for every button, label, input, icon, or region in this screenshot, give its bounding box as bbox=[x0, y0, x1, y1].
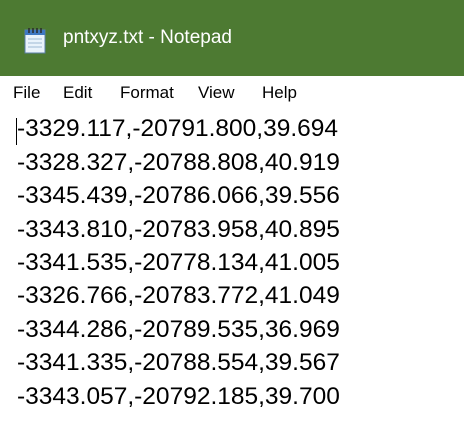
menu-format[interactable]: Format bbox=[120, 82, 174, 104]
text-line: -3345.439,-20786.066,39.556 bbox=[17, 182, 340, 209]
window-title: pntxyz.txt - Notepad bbox=[63, 27, 232, 48]
text-line: -3344.286,-20789.535,36.969 bbox=[17, 316, 340, 343]
text-line: -3341.535,-20778.134,41.005 bbox=[17, 249, 340, 276]
menu-bar: File Edit Format View Help bbox=[0, 76, 464, 109]
text-caret bbox=[16, 118, 17, 145]
text-line: -3326.766,-20783.772,41.049 bbox=[17, 282, 340, 309]
text-line: -3341.335,-20788.554,39.567 bbox=[17, 349, 340, 376]
text-line: -3343.057,-20792.185,39.700 bbox=[17, 383, 340, 410]
menu-help[interactable]: Help bbox=[262, 82, 297, 104]
text-line: -3343.810,-20783.958,40.895 bbox=[17, 216, 340, 243]
menu-edit[interactable]: Edit bbox=[63, 82, 92, 104]
menu-view[interactable]: View bbox=[198, 82, 235, 104]
menu-file[interactable]: File bbox=[13, 82, 40, 104]
text-line: -3329.117,-20791.800,39.694 bbox=[17, 115, 339, 142]
text-line: -3328.327,-20788.808,40.919 bbox=[17, 149, 340, 176]
notepad-icon bbox=[23, 27, 48, 54]
notepad-window: pntxyz.txt - Notepad File Edit Format Vi… bbox=[0, 0, 464, 435]
title-bar[interactable]: pntxyz.txt - Notepad bbox=[0, 0, 464, 76]
